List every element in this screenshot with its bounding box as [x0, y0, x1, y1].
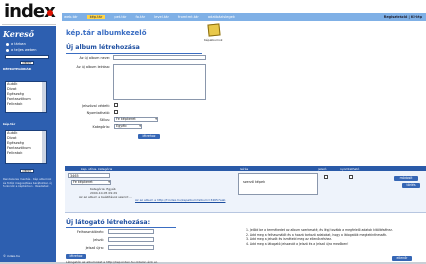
- instruction-item: 4. Add meg a látogató jelszavát a Jelszó…: [246, 241, 349, 246]
- sidebar-footer: © index.hu: [3, 254, 20, 258]
- album-desc-label: Az új album leírása:: [76, 65, 110, 69]
- index-logo[interactable]: index: [2, 1, 56, 25]
- create-album-button[interactable]: létrehoz: [138, 134, 160, 139]
- category-label: Kategória:: [92, 125, 110, 129]
- guest-name-label: Felhasználónév:: [76, 230, 104, 234]
- bottom-info: Látogatók az albumokat a http://kep.inde…: [66, 260, 158, 264]
- main-content: kép.tár albumkezelő Képalbumok Új album …: [56, 22, 426, 264]
- guest-instructions: 1. Jelöld be a termékedet az album szerk…: [246, 228, 421, 246]
- row-desc-textarea[interactable]: szerző képek: [238, 173, 318, 195]
- search-title: Kereső: [3, 29, 35, 39]
- protect-label: Jelszóval védett:: [82, 104, 110, 108]
- album-book-label: Képalbumok: [204, 38, 223, 42]
- top-navigation: web.tár kép.tár pet.tár fo.tár level.tár…: [62, 13, 426, 21]
- col-header: jelszó: [318, 166, 327, 171]
- tab-web[interactable]: web.tár: [64, 15, 78, 19]
- guest-pass-label: Jelszó:: [93, 238, 104, 242]
- modify-button[interactable]: módosít: [394, 176, 418, 181]
- list-item[interactable]: Feliratok: [6, 151, 46, 156]
- album-name-input[interactable]: [113, 55, 206, 60]
- sidebar-news: Rendszeres mentés · Kép albumok és fotók…: [3, 177, 52, 189]
- check-button[interactable]: ellenőr: [392, 256, 412, 261]
- divider: [66, 227, 176, 228]
- row-album-url[interactable]: Az az album a http://f.index.hu/kepalbum…: [135, 198, 225, 202]
- album-desc-textarea[interactable]: [113, 64, 206, 100]
- search-go-button[interactable]: MEHET: [20, 61, 34, 65]
- radio-icon: [6, 48, 9, 52]
- row-protect-checkbox[interactable]: [324, 175, 328, 179]
- printable-checkbox[interactable]: [114, 110, 118, 114]
- protect-checkbox[interactable]: [114, 103, 118, 107]
- sidebar: Kereső a tárban a teljes weben MEHET KÉP…: [0, 26, 56, 262]
- register-logout-link[interactable]: Regisztráció | Ki-lép: [384, 15, 422, 19]
- category-list-2[interactable]: Autók Divat Egészség Fantasztikum Felira…: [5, 130, 47, 164]
- radio-in-archive[interactable]: a tárban: [6, 42, 26, 46]
- row-style-select[interactable]: Fe képkeret: [71, 180, 111, 185]
- col-header: nyomtatható: [340, 166, 360, 171]
- radio-whole-web[interactable]: a teljes weben: [6, 48, 36, 52]
- row-note: Az az album a beállítások szerint ...: [79, 195, 133, 199]
- row-name-input[interactable]: 3465: [68, 173, 110, 178]
- scrollbar[interactable]: [42, 82, 46, 112]
- tab-pet[interactable]: pet.tár: [114, 15, 126, 19]
- delete-button[interactable]: törlés: [402, 183, 420, 188]
- new-album-header: Új album létrehozása: [66, 44, 140, 51]
- album-name-label: Az új album neve:: [79, 56, 110, 60]
- tab-kep[interactable]: kép.tár: [86, 15, 106, 19]
- tab-level[interactable]: level.tár: [154, 15, 169, 19]
- category-select[interactable]: Egyéb: [114, 124, 142, 129]
- sidebar-heading-categories: KÉPKATEGÓRIÁK: [3, 67, 32, 71]
- sidebar-heading-keptar: kép.tár: [3, 122, 16, 126]
- category-list-1[interactable]: Autók Divat Egészség Fantasztikum Felira…: [5, 81, 47, 113]
- tab-fo[interactable]: fo.tár: [136, 15, 146, 19]
- tab-fromtmt[interactable]: fromtmt.tár: [178, 15, 199, 19]
- row-print-checkbox[interactable]: [349, 175, 353, 179]
- page-title: kép.tár albumkezelő: [66, 29, 147, 37]
- guest-pass2-input[interactable]: [108, 245, 154, 250]
- tab-adatbazis[interactable]: adatbázislegek: [208, 15, 235, 19]
- list-item[interactable]: Feliratok: [6, 102, 46, 107]
- col-header: kep. stílus. kategória: [81, 166, 113, 171]
- radio-label: a tárban: [11, 42, 26, 46]
- category-go-button[interactable]: MEHET: [20, 169, 34, 173]
- guest-name-input[interactable]: [108, 229, 154, 234]
- printable-label: Nyomtatható:: [86, 111, 110, 115]
- app-window: index web.tár kép.tár pet.tár fo.tár lev…: [0, 0, 426, 264]
- table-row: 3465 Fe képkeret Kategória: Egyéb 2004-1…: [65, 171, 426, 213]
- sidebar-search-input[interactable]: [5, 55, 49, 59]
- style-select[interactable]: Fe képkeret: [114, 117, 158, 122]
- create-guest-button[interactable]: létrehoz: [66, 254, 86, 259]
- radio-label: a teljes weben: [11, 48, 37, 52]
- style-label: Stílus:: [99, 118, 110, 122]
- guest-pass-input[interactable]: [108, 237, 154, 242]
- radio-icon: [6, 42, 9, 46]
- guest-pass2-label: Jelszó újra:: [85, 246, 104, 250]
- logo-dot-icon: [47, 10, 53, 16]
- divider: [66, 53, 202, 54]
- album-book-icon[interactable]: [207, 23, 221, 37]
- new-guest-header: Új látogató létrehozása:: [66, 219, 151, 226]
- scrollbar[interactable]: [42, 131, 46, 163]
- col-header: leírás: [240, 166, 249, 171]
